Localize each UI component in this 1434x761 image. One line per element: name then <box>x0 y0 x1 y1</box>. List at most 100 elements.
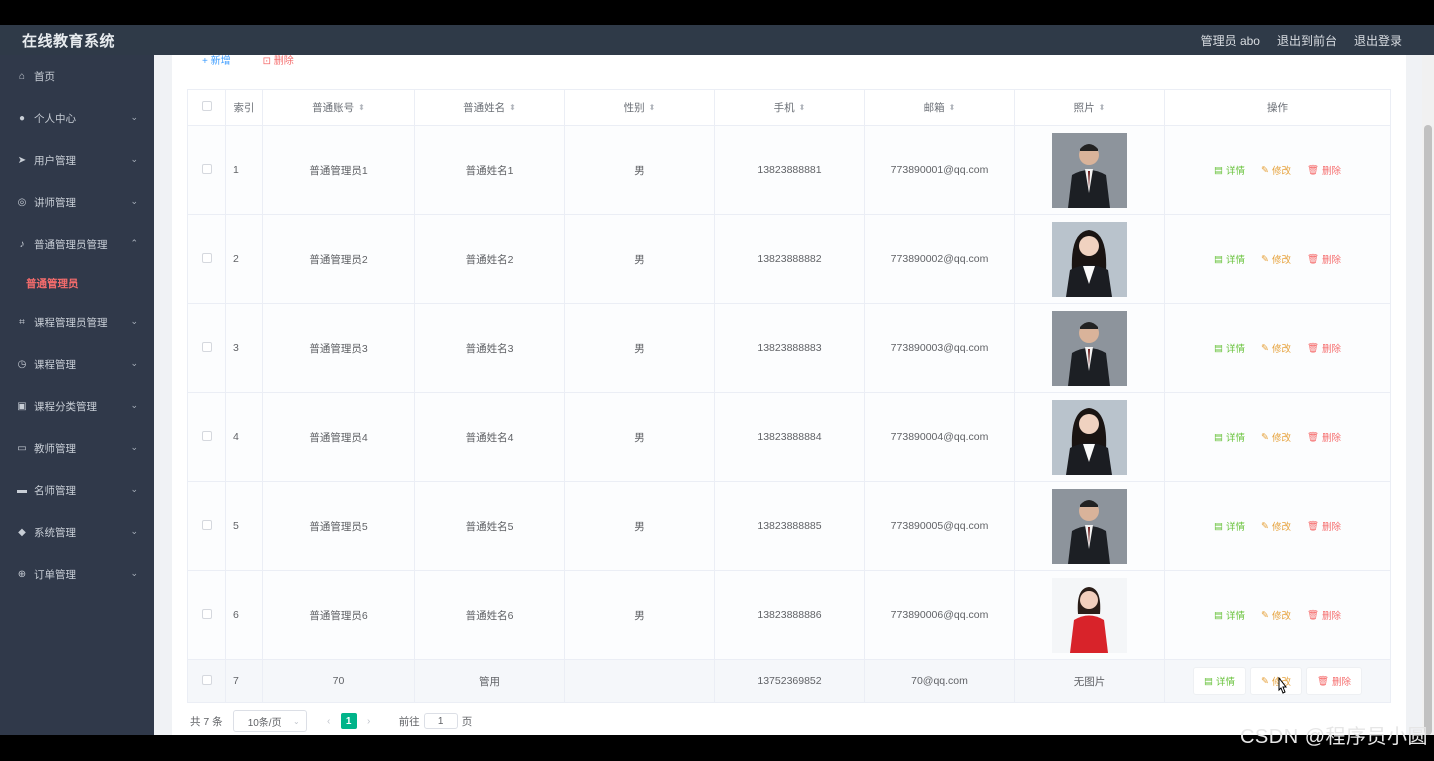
table-row[interactable]: 5 普通管理员5 普通姓名5 男 13823888885 773890005@qq.com… <box>187 481 1391 571</box>
pagination: 共 7 条 10条/页 ⌄ ‹ 1 › 前往 1 页 <box>190 710 472 732</box>
front-link[interactable]: 退出到前台 <box>1277 32 1337 49</box>
cell-phone: 13823888886 <box>714 570 865 660</box>
delete-button[interactable]: 🗑︎ 删除 <box>1307 163 1341 178</box>
row-checkbox[interactable] <box>187 214 226 304</box>
sort-icon[interactable]: ⬍ <box>358 104 365 112</box>
detail-button[interactable]: ▤ 详情 <box>1214 430 1245 445</box>
page-size-select[interactable]: 10条/页 ⌄ <box>232 710 307 732</box>
chevron-down-icon: ⌄ <box>130 154 138 164</box>
col-email-label: 邮箱 <box>923 102 945 114</box>
sidebar-item[interactable]: ⌂ 首页 <box>0 55 154 97</box>
sidebar-item[interactable]: ● 个人中心 ⌄ <box>0 97 154 139</box>
table-row[interactable]: 1 普通管理员1 普通姓名1 男 13823888881 773890001@qq.com… <box>187 125 1391 215</box>
edit-button[interactable]: ✎修改 <box>1260 608 1291 623</box>
sort-icon[interactable]: ⬍ <box>1099 104 1106 112</box>
select-all-checkbox[interactable] <box>187 89 226 126</box>
delete-button[interactable]: 🗑︎ 删除 <box>1307 608 1341 623</box>
detail-button[interactable]: ▤ 详情 <box>1214 341 1245 356</box>
col-phone[interactable]: 手机 ⬍ <box>714 89 865 126</box>
sidebar-item[interactable]: ◆ 系统管理 ⌄ <box>0 511 154 553</box>
send-icon: ➤ <box>17 154 27 166</box>
goto-page-input[interactable]: 1 <box>423 713 458 729</box>
mouse-cursor-icon <box>1278 677 1288 694</box>
photo-cell <box>1014 125 1165 215</box>
table-row[interactable]: 2 普通管理员2 普通姓名2 男 13823888882 773890002@qq.com… <box>187 214 1391 304</box>
page-suffix: 页 <box>461 715 473 728</box>
edit-button[interactable]: ✎修改 <box>1261 252 1291 267</box>
cell-ops: ▤详情 ✎修改 🗑︎删除 <box>1164 570 1391 660</box>
delete-button[interactable]: 🗑︎ 删除 <box>1305 667 1363 695</box>
table-row[interactable]: 3 普通管理员3 普通姓名3 男 13823888883 773890003@qq.com… <box>187 303 1391 393</box>
sidebar-item[interactable]: ◎ 讲师管理 ⌄ <box>0 181 154 223</box>
col-photo[interactable]: 照片 ⬍ <box>1014 89 1165 126</box>
sort-icon[interactable]: ⬍ <box>799 104 806 112</box>
edit-button[interactable]: ✎修改 <box>1261 163 1291 178</box>
logout-link[interactable]: 退出登录 <box>1354 32 1402 49</box>
cell-phone: 13752369852 <box>714 659 865 703</box>
cell-name: 普通姓名4 <box>414 392 565 482</box>
add-button[interactable]: + 新增 <box>202 52 231 67</box>
col-email[interactable]: 邮箱 ⬍ <box>864 89 1015 126</box>
detail-button[interactable]: ▤ 详情 <box>1214 608 1245 623</box>
col-gender[interactable]: 性别 ⬍ <box>564 89 715 126</box>
batch-delete-button[interactable]: ⊡ 删除 <box>263 52 294 67</box>
detail-button[interactable]: ▤ 详情 <box>1192 667 1246 695</box>
delete-button[interactable]: 🗑︎ 删除 <box>1307 519 1342 534</box>
sidebar-item[interactable]: ➤ 用户管理 ⌄ <box>0 139 154 181</box>
row-checkbox[interactable] <box>187 303 226 393</box>
scrollbar[interactable] <box>1422 55 1434 735</box>
table-row[interactable]: 770管用1375236985270@qq.com无图片▤详情✎修改🗑︎删除 <box>187 659 1391 703</box>
table-row[interactable]: 4 普通管理员4 普通姓名4 男 13823888884 773890004@qq.com… <box>187 392 1391 482</box>
detail-button[interactable]: ▤ 详情 <box>1214 252 1245 267</box>
col-account[interactable]: 普通账号 ⬍ <box>262 89 415 126</box>
page-1-button[interactable]: 1 <box>340 713 357 729</box>
sidebar-item-label: 课程管理 <box>34 358 76 371</box>
sort-icon[interactable]: ⬍ <box>949 104 956 112</box>
detail-button[interactable]: ▤ 详情 <box>1214 519 1245 534</box>
row-checkbox[interactable] <box>187 659 226 703</box>
col-index: 索引 <box>225 89 263 126</box>
detail-button[interactable]: ▤ 详情 <box>1214 163 1245 178</box>
edit-button[interactable]: ✎修改 <box>1261 519 1291 534</box>
edit-button[interactable]: ✎修改 <box>1261 341 1291 356</box>
scrollbar-thumb[interactable] <box>1424 125 1432 735</box>
cell-index: 2 <box>225 214 263 304</box>
delete-label: 删除 <box>1322 522 1342 533</box>
admin-table: 索引 普通账号 ⬍ 普通姓名 ⬍ 性别 ⬍ 手机 ⬍ 邮箱 ⬍ 照片 ⬍ 操作 1 普通管理员… <box>187 89 1391 703</box>
cell-gender <box>564 659 715 703</box>
avatar-photo[interactable] <box>1015 132 1164 208</box>
row-checkbox[interactable] <box>187 125 226 215</box>
row-checkbox[interactable] <box>187 570 226 660</box>
sidebar-item[interactable]: ♪ 普通管理员管理 ⌃ <box>0 223 154 265</box>
col-account-label: 普通账号 <box>312 102 355 114</box>
sidebar-item[interactable]: ⌗ 课程管理员管理 ⌄ <box>0 301 154 343</box>
delete-button[interactable]: 🗑︎ 删除 <box>1307 252 1341 267</box>
edit-label: 修改 <box>1271 611 1291 622</box>
prev-page-button[interactable]: ‹ <box>321 713 337 729</box>
avatar-photo[interactable] <box>1015 399 1164 475</box>
next-page-button[interactable]: › <box>361 713 377 729</box>
edit-button[interactable]: ✎修改 <box>1261 430 1291 445</box>
sidebar-item[interactable]: ▣ 课程分类管理 ⌄ <box>0 385 154 427</box>
avatar-photo[interactable] <box>1015 221 1164 297</box>
table-row[interactable]: 6 普通管理员6 普通姓名6 男 13823888886 773890006@qq.com… <box>187 570 1391 660</box>
col-name[interactable]: 普通姓名 ⬍ <box>414 89 565 126</box>
delete-button[interactable]: 🗑︎ 删除 <box>1307 430 1341 445</box>
delete-button[interactable]: 🗑︎ 删除 <box>1306 341 1341 356</box>
cell-gender: 男 <box>564 481 715 571</box>
row-checkbox[interactable] <box>187 481 226 571</box>
sidebar-item[interactable]: ⊕ 订单管理 ⌄ <box>0 553 154 595</box>
sidebar-item[interactable]: ◷ 课程管理 ⌄ <box>0 343 154 385</box>
cell-account: 70 <box>262 659 415 703</box>
avatar-photo[interactable] <box>1015 577 1164 653</box>
sort-icon[interactable]: ⬍ <box>649 104 656 112</box>
avatar-photo[interactable] <box>1015 488 1164 564</box>
sidebar-subitem-active[interactable]: 普通管理员 <box>0 265 154 301</box>
sort-icon[interactable]: ⬍ <box>509 104 516 112</box>
pencil-icon: ✎ <box>1260 609 1269 621</box>
avatar-photo[interactable] <box>1015 310 1164 386</box>
trash-icon: 🗑︎ <box>1306 342 1320 354</box>
sidebar-item[interactable]: ▭ 教师管理 ⌄ <box>0 427 154 469</box>
sidebar-item[interactable]: ▬ 名师管理 ⌄ <box>0 469 154 511</box>
row-checkbox[interactable] <box>187 392 226 482</box>
